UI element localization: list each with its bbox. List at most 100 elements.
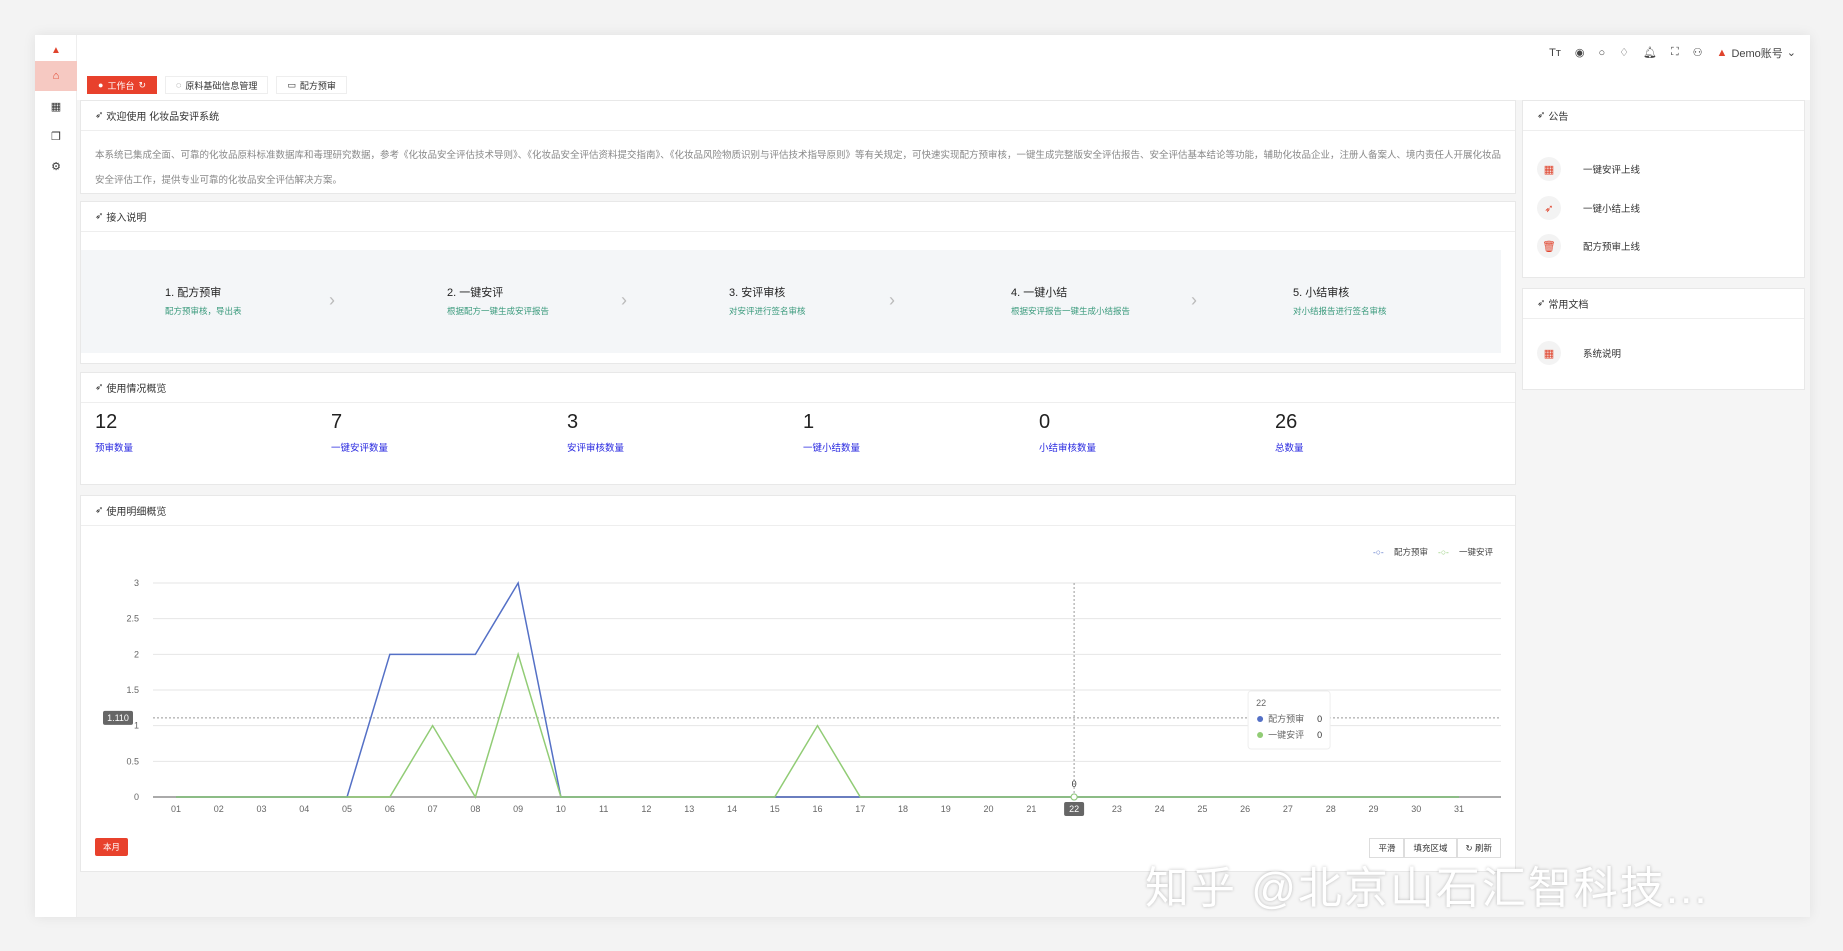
this-month-button[interactable]: 本月 (95, 838, 129, 856)
x-tick-label: 07 (428, 804, 438, 814)
tab-icon: ▭ (287, 79, 296, 90)
grid-icon: ▦ (50, 100, 62, 113)
usage-card: ➶ 使用情况概览 12 预审数量 7 一键安评数量 3 安评审核数量 1 一键小结数量 0 小结审核… (80, 372, 1516, 485)
send-icon: ➶ (1537, 298, 1546, 309)
tooltip-value: 0 (1317, 714, 1322, 724)
tooltip-series-name: 一键安评 (1268, 729, 1304, 740)
stat-label[interactable]: 一键安评数量 (331, 440, 388, 454)
access-card: ➶ 接入说明 1. 配方预审 配方预审核，导出表 › 2. 一键安评 根据配方一键生成… (80, 201, 1516, 364)
stat-value: 12 (95, 411, 118, 433)
tab-formula-review[interactable]: ▭ 配方预审 (276, 76, 347, 94)
step-1[interactable]: 1. 配方预审 配方预审核，导出表 (165, 284, 242, 317)
send-icon: ➶ (95, 211, 104, 222)
card-title: 使用情况概览 (106, 384, 167, 395)
x-tick-label: 13 (684, 804, 694, 814)
grid-icon: ▦ (1537, 341, 1561, 365)
crosshair-x-label: 22 (1069, 804, 1079, 814)
card-title: 常用文档 (1548, 300, 1589, 311)
send-icon: ➶ (1537, 110, 1546, 121)
tooltip-value: 0 (1317, 730, 1322, 740)
step-title: 4. 一键小结 (1011, 287, 1068, 299)
stat-value: 1 (803, 411, 815, 433)
data-point (1070, 793, 1078, 801)
stat-item: 26 总数量 (1275, 411, 1304, 454)
x-tick-label: 06 (385, 804, 395, 814)
step-4[interactable]: 4. 一键小结 根据安评报告一键生成小结报告 (1011, 284, 1130, 317)
x-tick-label: 25 (1197, 804, 1207, 814)
tooltip-marker (1257, 716, 1264, 722)
font-size-icon[interactable]: Tᴛ (1549, 47, 1561, 59)
sidebar-item-settings[interactable]: ⚙ (35, 151, 77, 181)
steps-bar: 1. 配方预审 配方预审核，导出表 › 2. 一键安评 根据配方一键生成安评报告 ›… (81, 250, 1501, 353)
stat-label[interactable]: 小结审核数量 (1039, 440, 1096, 454)
y-tick-label: 2 (134, 649, 139, 659)
bell-icon[interactable]: 🔔︎ (1643, 46, 1657, 59)
x-tick-label: 01 (171, 804, 181, 814)
chevron-right-icon: › (329, 290, 335, 310)
line-chart[interactable]: 0 0.5 1 1.5 2 2.5 3 01 02 03 04 05 06 07 08 09 10 11 12 13 1… (81, 546, 1517, 846)
doc-label: 系统说明 (1583, 349, 1622, 360)
docs-card: ➶ 常用文档 ▦ 系统说明 (1522, 288, 1805, 390)
stat-item: 1 一键小结数量 (803, 411, 860, 454)
step-sub: 配方预审核，导出表 (165, 306, 242, 316)
chevron-right-icon: › (1191, 290, 1197, 310)
user-icon[interactable]: ⚇ (1693, 46, 1703, 59)
search-icon[interactable]: ○ (1598, 47, 1605, 59)
step-sub: 根据配方一键生成安评报告 (447, 306, 550, 316)
stat-item: 7 一键安评数量 (331, 411, 388, 454)
x-tick-label: 12 (641, 804, 651, 814)
tab-icon: ◌ (176, 80, 182, 90)
y-tick-label: 0.5 (126, 756, 139, 766)
tab-workbench[interactable]: ● 工作台 ↻ (87, 76, 157, 94)
doc-item[interactable]: ▦ 系统说明 (1537, 341, 1621, 365)
home-icon: ⌂ (52, 70, 60, 82)
step-2[interactable]: 2. 一键安评 根据配方一键生成安评报告 (447, 284, 549, 317)
account-menu[interactable]: ▲ Demo账号 ⌄ (1717, 45, 1796, 61)
x-tick-label: 11 (599, 804, 608, 814)
sidebar-item-home[interactable]: ⌂ (35, 61, 77, 91)
announcement-label: 一键安评上线 (1583, 165, 1641, 176)
x-tick-label: 03 (257, 804, 267, 814)
card-title: 使用明细概览 (106, 507, 167, 518)
app-window: ▲ ⌂ ▦ ❐ ⚙ Tᴛ ◉ ○ ♢ 🔔︎ ⛶ ⚇ ▲ Demo账号 ⌄ ● 工作… (35, 35, 1810, 917)
refresh-icon[interactable]: ↻ (138, 80, 146, 91)
sidebar-item-documents[interactable]: ❐ (35, 121, 77, 151)
x-tick-label: 05 (342, 804, 352, 814)
stat-label[interactable]: 一键小结数量 (803, 440, 860, 454)
stat-item: 12 预审数量 (95, 411, 133, 454)
announcement-item[interactable]: 🗑︎ 配方预审上线 (1537, 234, 1640, 258)
announcement-label: 一键小结上线 (1583, 204, 1641, 215)
card-title: 欢迎使用 化妆品安评系统 (106, 112, 220, 123)
sidebar-item-apps[interactable]: ▦ (35, 91, 77, 121)
grid-icon: ▦ (1537, 157, 1561, 181)
top-bar: Tᴛ ◉ ○ ♢ 🔔︎ ⛶ ⚇ ▲ Demo账号 ⌄ (77, 35, 1810, 70)
step-5[interactable]: 5. 小结审核对小结报告进行签名审核 (1293, 284, 1387, 317)
x-tick-label: 19 (941, 804, 951, 814)
fullscreen-icon[interactable]: ⛶ (1671, 46, 1679, 59)
stat-item: 3 安评审核数量 (567, 411, 624, 454)
send-icon: ➶ (95, 382, 104, 393)
announcement-item[interactable]: ▦ 一键安评上线 (1537, 157, 1640, 181)
skin-icon[interactable]: ♢ (1619, 46, 1629, 59)
gear-icon: ⚙ (51, 160, 61, 173)
crosshair-y-label: 1.110 (107, 713, 129, 723)
x-tick-label: 04 (299, 804, 309, 814)
y-tick-label: 1 (134, 721, 139, 731)
x-tick-label: 23 (1112, 804, 1122, 814)
stat-label[interactable]: 预审数量 (95, 440, 133, 454)
chevron-right-icon: › (889, 290, 895, 310)
x-tick-label: 17 (855, 804, 865, 814)
tab-material-info[interactable]: ◌ 原料基础信息管理 (165, 76, 269, 94)
y-tick-label: 1.5 (126, 685, 139, 695)
step-sub: 对小结报告进行签名审核 (1293, 306, 1387, 316)
record-icon[interactable]: ◉ (1575, 46, 1585, 59)
tab-label: 工作台 (107, 80, 135, 91)
step-title: 5. 小结审核 (1293, 287, 1350, 299)
chevron-down-icon: ⌄ (1786, 47, 1796, 59)
stat-label[interactable]: 安评审核数量 (567, 440, 624, 454)
stat-label[interactable]: 总数量 (1275, 440, 1304, 454)
welcome-card: ➶ 欢迎使用 化妆品安评系统 本系统已集成全面、可靠的化妆品原料标准数据库和毒理研… (80, 100, 1516, 194)
step-3[interactable]: 3. 安评审核 对安评进行签名审核 (729, 284, 806, 317)
y-tick-label: 0 (134, 792, 139, 802)
announcement-item[interactable]: ➶ 一键小结上线 (1537, 196, 1640, 220)
